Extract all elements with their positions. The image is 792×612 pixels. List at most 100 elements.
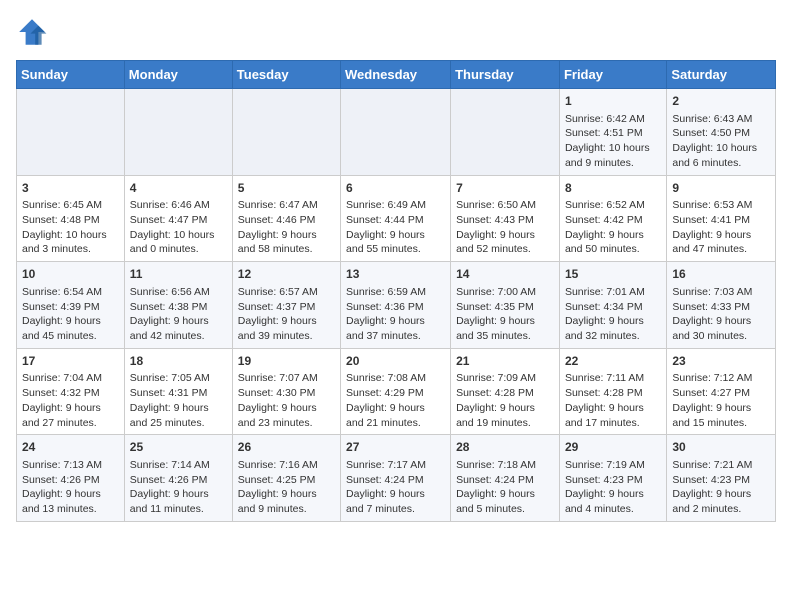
day-cell: 27Sunrise: 7:17 AMSunset: 4:24 PMDayligh… xyxy=(341,435,451,522)
sunrise-text: Sunrise: 6:43 AM xyxy=(672,113,752,125)
daylight-text: Daylight: 9 hours and 21 minutes. xyxy=(346,402,425,429)
sunset-text: Sunset: 4:42 PM xyxy=(565,214,643,226)
calendar-header-row: SundayMondayTuesdayWednesdayThursdayFrid… xyxy=(17,61,776,89)
sunrise-text: Sunrise: 7:04 AM xyxy=(22,372,102,384)
sunset-text: Sunset: 4:41 PM xyxy=(672,214,750,226)
day-cell xyxy=(17,89,125,176)
sunset-text: Sunset: 4:26 PM xyxy=(130,474,208,486)
daylight-text: Daylight: 9 hours and 13 minutes. xyxy=(22,488,101,515)
day-cell: 20 Sunrise: 7:08 AM Sunset: 4:29 PM Dayligh… xyxy=(341,348,451,435)
daylight-text: Daylight: 10 hours and 6 minutes. xyxy=(672,142,757,169)
day-cell: 22Sunrise: 7:11 AMSunset: 4:28 PMDayligh… xyxy=(559,348,666,435)
sunrise-text: Sunrise: 7:19 AM xyxy=(565,459,645,471)
day-cell xyxy=(232,89,340,176)
logo xyxy=(16,16,52,48)
day-cell xyxy=(341,89,451,176)
sunrise-text: Sunrise: 7:08 AM xyxy=(346,372,426,384)
sunrise-text: Sunrise: 7:16 AM xyxy=(238,459,318,471)
sunset-text: Sunset: 4:29 PM xyxy=(346,387,424,399)
daylight-text: Daylight: 9 hours and 15 minutes. xyxy=(672,402,751,429)
sunrise-text: Sunrise: 6:46 AM xyxy=(130,199,210,211)
daylight-text: Daylight: 9 hours and 32 minutes. xyxy=(565,315,644,342)
sunset-text: Sunset: 4:28 PM xyxy=(565,387,643,399)
sunset-text: Sunset: 4:51 PM xyxy=(565,127,643,139)
daylight-text: Daylight: 9 hours and 9 minutes. xyxy=(238,488,317,515)
day-cell: 21Sunrise: 7:09 AMSunset: 4:28 PMDayligh… xyxy=(451,348,560,435)
sunset-text: Sunset: 4:47 PM xyxy=(130,214,208,226)
day-number: 7 xyxy=(456,180,554,197)
daylight-text: Daylight: 9 hours and 11 minutes. xyxy=(130,488,209,515)
day-cell: 26Sunrise: 7:16 AMSunset: 4:25 PMDayligh… xyxy=(232,435,340,522)
sunset-text: Sunset: 4:26 PM xyxy=(22,474,100,486)
sunset-text: Sunset: 4:48 PM xyxy=(22,214,100,226)
sunset-text: Sunset: 4:44 PM xyxy=(346,214,424,226)
daylight-text: Daylight: 9 hours and 35 minutes. xyxy=(456,315,535,342)
day-cell: 7Sunrise: 6:50 AMSunset: 4:43 PMDaylight… xyxy=(451,175,560,262)
day-number: 29 xyxy=(565,439,661,456)
sunset-text: Sunset: 4:33 PM xyxy=(672,301,750,313)
day-number: 14 xyxy=(456,266,554,283)
day-cell xyxy=(451,89,560,176)
day-cell: 9Sunrise: 6:53 AMSunset: 4:41 PMDaylight… xyxy=(667,175,776,262)
sunrise-text: Sunrise: 7:18 AM xyxy=(456,459,536,471)
daylight-text: Daylight: 9 hours and 47 minutes. xyxy=(672,229,751,256)
daylight-text: Daylight: 9 hours and 50 minutes. xyxy=(565,229,644,256)
day-cell: 6 Sunrise: 6:49 AM Sunset: 4:44 PM Daylight… xyxy=(341,175,451,262)
sunset-text: Sunset: 4:37 PM xyxy=(238,301,316,313)
sunrise-text: Sunrise: 7:07 AM xyxy=(238,372,318,384)
day-cell: 24Sunrise: 7:13 AMSunset: 4:26 PMDayligh… xyxy=(17,435,125,522)
sunset-text: Sunset: 4:30 PM xyxy=(238,387,316,399)
day-cell: 28Sunrise: 7:18 AMSunset: 4:24 PMDayligh… xyxy=(451,435,560,522)
week-row-3: 10Sunrise: 6:54 AMSunset: 4:39 PMDayligh… xyxy=(17,262,776,349)
day-number: 13 xyxy=(346,266,445,283)
header-sunday: Sunday xyxy=(17,61,125,89)
day-number: 20 xyxy=(346,353,445,370)
sunrise-text: Sunrise: 6:49 AM xyxy=(346,199,426,211)
sunset-text: Sunset: 4:39 PM xyxy=(22,301,100,313)
daylight-text: Daylight: 9 hours and 23 minutes. xyxy=(238,402,317,429)
sunset-text: Sunset: 4:23 PM xyxy=(672,474,750,486)
sunrise-text: Sunrise: 6:53 AM xyxy=(672,199,752,211)
header-thursday: Thursday xyxy=(451,61,560,89)
sunrise-text: Sunrise: 7:11 AM xyxy=(565,372,644,384)
daylight-text: Daylight: 9 hours and 5 minutes. xyxy=(456,488,535,515)
sunset-text: Sunset: 4:31 PM xyxy=(130,387,208,399)
day-number: 2 xyxy=(672,93,770,110)
day-cell: 14Sunrise: 7:00 AMSunset: 4:35 PMDayligh… xyxy=(451,262,560,349)
day-number: 26 xyxy=(238,439,335,456)
day-cell: 10Sunrise: 6:54 AMSunset: 4:39 PMDayligh… xyxy=(17,262,125,349)
day-cell: 8 Sunrise: 6:52 AM Sunset: 4:42 PM Daylight… xyxy=(559,175,666,262)
header-tuesday: Tuesday xyxy=(232,61,340,89)
daylight-text: Daylight: 9 hours and 19 minutes. xyxy=(456,402,535,429)
header-wednesday: Wednesday xyxy=(341,61,451,89)
sunrise-text: Sunrise: 6:59 AM xyxy=(346,286,426,298)
daylight-text: Daylight: 9 hours and 55 minutes. xyxy=(346,229,425,256)
sunset-text: Sunset: 4:50 PM xyxy=(672,127,750,139)
day-cell: 19 Sunrise: 7:07 AM Sunset: 4:30 PM Dayligh… xyxy=(232,348,340,435)
day-number: 15 xyxy=(565,266,661,283)
sunrise-text: Sunrise: 7:01 AM xyxy=(565,286,645,298)
daylight-text: Daylight: 9 hours and 4 minutes. xyxy=(565,488,644,515)
day-number: 27 xyxy=(346,439,445,456)
day-number: 8 xyxy=(565,180,661,197)
sunrise-text: Sunrise: 6:42 AM xyxy=(565,113,645,125)
sunrise-text: Sunrise: 6:56 AM xyxy=(130,286,210,298)
day-number: 28 xyxy=(456,439,554,456)
day-cell: 12Sunrise: 6:57 AMSunset: 4:37 PMDayligh… xyxy=(232,262,340,349)
day-number: 6 xyxy=(346,180,445,197)
header xyxy=(16,16,776,48)
sunrise-text: Sunrise: 6:50 AM xyxy=(456,199,536,211)
week-row-5: 24Sunrise: 7:13 AMSunset: 4:26 PMDayligh… xyxy=(17,435,776,522)
day-cell: 17Sunrise: 7:04 AMSunset: 4:32 PMDayligh… xyxy=(17,348,125,435)
sunrise-text: Sunrise: 6:52 AM xyxy=(565,199,645,211)
day-number: 19 xyxy=(238,353,335,370)
day-cell: 2 Sunrise: 6:43 AM Sunset: 4:50 PM Daylight… xyxy=(667,89,776,176)
day-number: 18 xyxy=(130,353,227,370)
sunrise-text: Sunrise: 7:14 AM xyxy=(130,459,210,471)
day-number: 4 xyxy=(130,180,227,197)
daylight-text: Daylight: 9 hours and 42 minutes. xyxy=(130,315,209,342)
daylight-text: Daylight: 9 hours and 27 minutes. xyxy=(22,402,101,429)
header-saturday: Saturday xyxy=(667,61,776,89)
sunset-text: Sunset: 4:24 PM xyxy=(346,474,424,486)
day-number: 24 xyxy=(22,439,119,456)
